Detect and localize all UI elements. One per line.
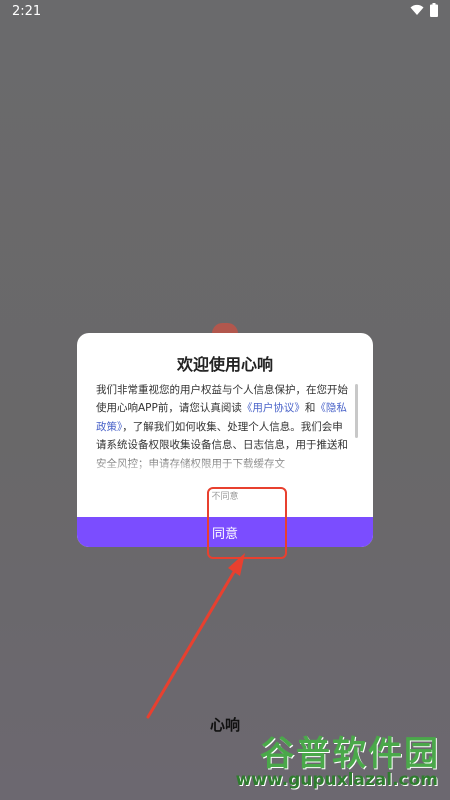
body-text-and: 和 bbox=[304, 402, 316, 415]
watermark: 谷普软件园 www.gupuxlazal.com bbox=[234, 726, 444, 796]
body-fade bbox=[96, 451, 348, 473]
status-time: 2:21 bbox=[12, 4, 42, 19]
highlight-box bbox=[207, 487, 287, 559]
battery-icon bbox=[430, 3, 438, 17]
status-icons bbox=[410, 3, 438, 17]
dialog-title: 欢迎使用心响 bbox=[176, 355, 273, 374]
status-bar: 2:21 bbox=[0, 0, 450, 24]
user-agreement-link[interactable]: 《用户协议》 bbox=[242, 402, 305, 414]
wifi-icon bbox=[410, 4, 424, 15]
watermark-url: www.gupuxlazal.com bbox=[235, 770, 438, 790]
dialog-scrollbar[interactable] bbox=[355, 384, 358, 438]
watermark-title: 谷普软件园 bbox=[260, 734, 440, 774]
